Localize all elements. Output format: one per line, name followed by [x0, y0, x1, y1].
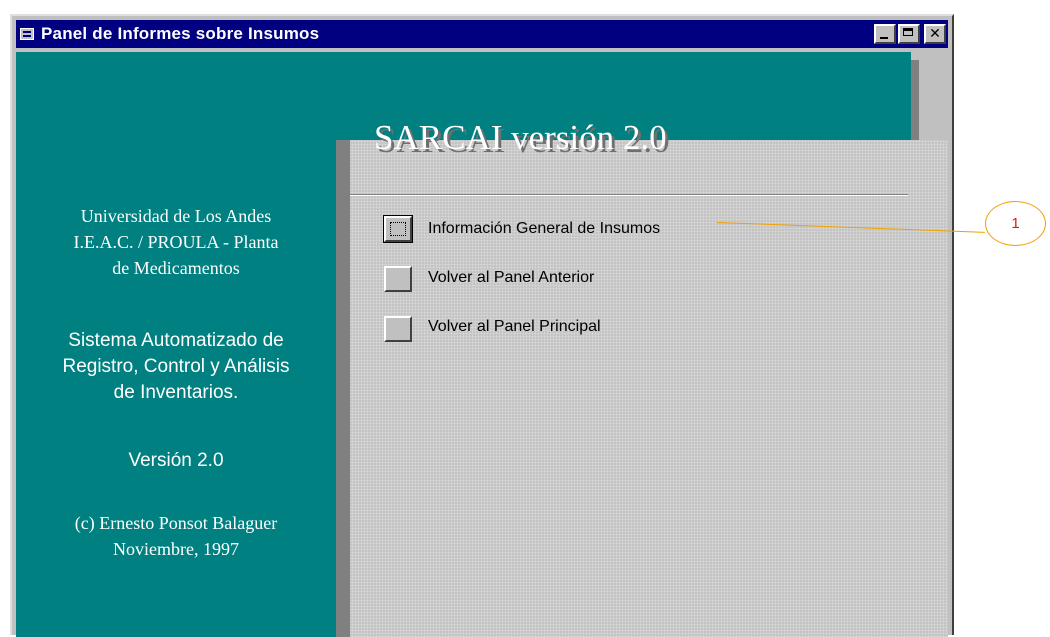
system-line: Registro, Control y Análisis [62, 356, 290, 377]
callout-number: 1 [1011, 215, 1020, 232]
minimize-button[interactable] [874, 24, 896, 44]
app-title: SARCAI versión 2.0 [374, 118, 667, 157]
form-icon [20, 28, 34, 40]
system-description: Sistema Automatizado de Registro, Contro… [16, 328, 336, 406]
copyright-line: Noviembre, 1997 [113, 539, 239, 559]
title-bar[interactable]: Panel de Informes sobre Insumos ✕ [16, 20, 948, 48]
divider-line [350, 194, 908, 196]
panel-shadow [336, 140, 350, 637]
institution-line: Universidad de Los Andes [80, 206, 272, 226]
header-shadow [911, 60, 919, 140]
institution-line: de Medicamentos [112, 258, 240, 278]
version-label: Versión 2.0 [128, 450, 224, 471]
menu-label-general-info[interactable]: Información General de Insumos [428, 220, 660, 238]
menu-label-previous-panel[interactable]: Volver al Panel Anterior [428, 269, 594, 287]
maximize-button[interactable] [898, 24, 920, 44]
callout-marker: 1 [985, 201, 1046, 246]
window-title: Panel de Informes sobre Insumos [41, 24, 320, 43]
menu-button-main-panel[interactable] [384, 316, 412, 342]
system-line: de Inventarios. [113, 382, 239, 403]
window-controls: ✕ [874, 24, 946, 44]
institution-line: I.E.A.C. / PROULA - Planta [73, 232, 279, 252]
menu-button-previous-panel[interactable] [384, 266, 412, 292]
system-line: Sistema Automatizado de [68, 330, 284, 351]
institution-block: Universidad de Los Andes I.E.A.C. / PROU… [16, 203, 336, 281]
menu-button-general-info[interactable] [383, 215, 413, 243]
menu-label-main-panel[interactable]: Volver al Panel Principal [428, 318, 601, 336]
form-client-area: SARCAI versión 2.0 Universidad de Los An… [16, 52, 948, 637]
copyright-line: (c) Ernesto Ponsot Balaguer [74, 513, 278, 533]
close-button[interactable]: ✕ [924, 24, 946, 44]
switchboard-window: Panel de Informes sobre Insumos ✕ SARCAI… [10, 14, 954, 637]
copyright-block: (c) Ernesto Ponsot Balaguer Noviembre, 1… [16, 510, 336, 562]
menu-panel [336, 140, 948, 637]
